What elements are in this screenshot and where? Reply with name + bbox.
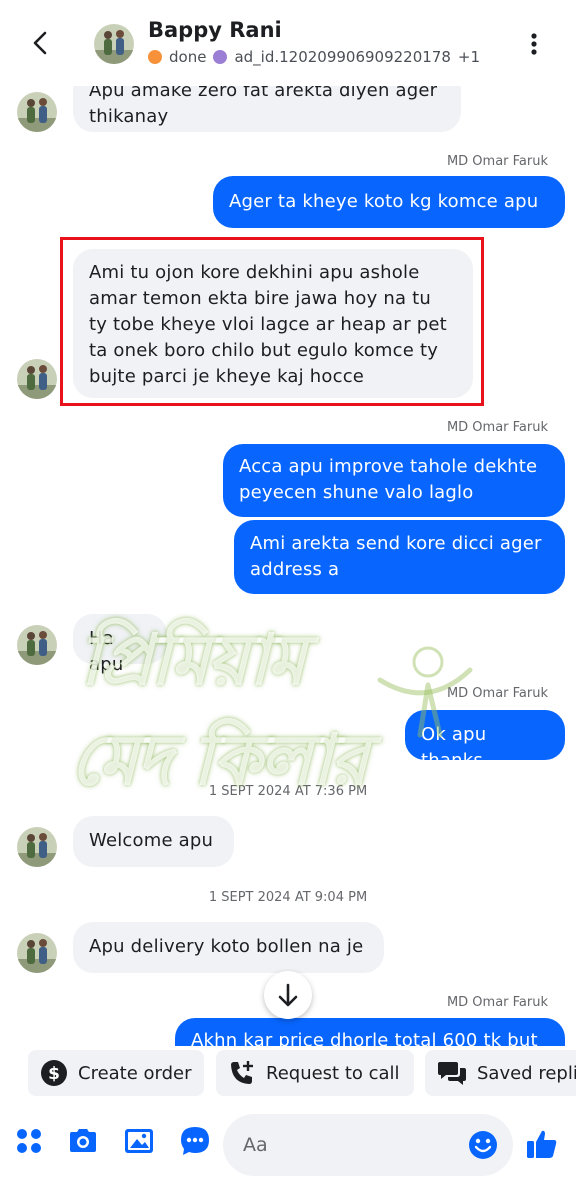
- message-line: Apu delivery koto bollen na je: [89, 936, 364, 957]
- message-thread[interactable]: Apu amake zero fat arekta diyen ager thi…: [0, 86, 576, 1046]
- contact-avatar[interactable]: [94, 24, 134, 64]
- timestamp-divider: 1 SEPT 2024 AT 9:04 PM: [208, 890, 368, 905]
- message-line: Acca apu improve tahole dekhte: [239, 456, 538, 477]
- label-done: done: [169, 48, 207, 66]
- outgoing-message[interactable]: Ok apu thanks: [405, 710, 565, 771]
- outgoing-message[interactable]: Ami arekta send kore dicci ager address …: [234, 520, 565, 594]
- more-options-icon[interactable]: [520, 30, 548, 58]
- message-line: Ok apu thanks: [421, 724, 487, 771]
- message-line: Akhn kar price dhorle total 600 tk but: [191, 1030, 538, 1046]
- chat-menu-icon[interactable]: [178, 1124, 212, 1158]
- sender-avatar: [17, 92, 57, 132]
- outgoing-message[interactable]: Ager ta kheye koto kg komce apu: [213, 176, 565, 228]
- sender-avatar: [17, 625, 57, 665]
- sender-avatar: [17, 933, 57, 973]
- incoming-message[interactable]: Welcome apu: [73, 816, 234, 867]
- sender-name: MD Omar Faruk: [446, 420, 548, 435]
- label-dot-ad-id: [213, 50, 228, 64]
- message-line: address a: [250, 559, 340, 580]
- quick-actions-bar[interactable]: $ Create order Request to call Saved rep…: [0, 1046, 576, 1104]
- saved-replies-label: Saved replies: [477, 1062, 576, 1084]
- request-to-call-label: Request to call: [266, 1062, 400, 1084]
- sender-name: MD Omar Faruk: [446, 686, 548, 701]
- scroll-to-bottom-button[interactable]: [264, 971, 312, 1019]
- message-line: peyecen shune valo laglo: [239, 482, 474, 503]
- sender-name: MD Omar Faruk: [446, 154, 548, 169]
- message-line: Ha apu: [89, 628, 124, 675]
- svg-text:$: $: [48, 1064, 60, 1084]
- message-composer: [0, 1104, 576, 1182]
- sender-name: MD Omar Faruk: [446, 995, 548, 1010]
- message-line: Ami arekta send kore dicci ager: [250, 533, 542, 554]
- chat-header: Bappy Rani done ad_id.120209906909220178…: [0, 0, 576, 86]
- label-dot-done: [148, 50, 162, 64]
- sender-avatar: [17, 827, 57, 867]
- incoming-message[interactable]: Apu delivery koto bollen na je: [73, 922, 384, 973]
- message-line: Ager ta kheye koto kg komce apu: [229, 191, 539, 212]
- dollar-circle-icon: $: [41, 1060, 67, 1086]
- chat-bubbles-icon: [438, 1062, 466, 1085]
- label-ad-id: ad_id.120209906909220178: [234, 48, 451, 66]
- incoming-message[interactable]: Ha apu: [73, 614, 167, 675]
- camera-icon[interactable]: [66, 1124, 100, 1158]
- outgoing-message[interactable]: Akhn kar price dhorle total 600 tk but: [175, 1018, 565, 1046]
- message-line: Welcome apu: [89, 830, 214, 851]
- arrow-down-icon: [278, 983, 298, 1007]
- contact-labels[interactable]: done ad_id.120209906909220178 +1: [148, 48, 480, 66]
- highlight-box: [60, 237, 484, 406]
- sender-avatar: [17, 359, 57, 399]
- message-line: thikanay: [89, 106, 169, 127]
- gallery-icon[interactable]: [122, 1124, 156, 1158]
- create-order-button[interactable]: $ Create order: [28, 1050, 204, 1096]
- emoji-icon[interactable]: [467, 1129, 499, 1161]
- thumbs-up-icon[interactable]: [525, 1127, 559, 1161]
- incoming-message[interactable]: Apu amake zero fat arekta diyen ager thi…: [73, 86, 461, 132]
- request-to-call-button[interactable]: Request to call: [216, 1050, 414, 1096]
- message-line: Apu amake zero fat arekta diyen ager: [89, 86, 438, 101]
- contact-name: Bappy Rani: [148, 18, 282, 42]
- apps-grid-icon[interactable]: [12, 1124, 46, 1158]
- outgoing-message[interactable]: Acca apu improve tahole dekhte peyecen s…: [223, 444, 565, 517]
- more-labels-count: +1: [457, 48, 481, 66]
- timestamp-divider: 1 SEPT 2024 AT 7:36 PM: [208, 784, 368, 799]
- phone-plus-icon: [231, 1061, 253, 1084]
- saved-replies-button[interactable]: Saved replies: [425, 1050, 576, 1096]
- create-order-label: Create order: [78, 1062, 192, 1084]
- back-arrow-icon[interactable]: [26, 28, 56, 58]
